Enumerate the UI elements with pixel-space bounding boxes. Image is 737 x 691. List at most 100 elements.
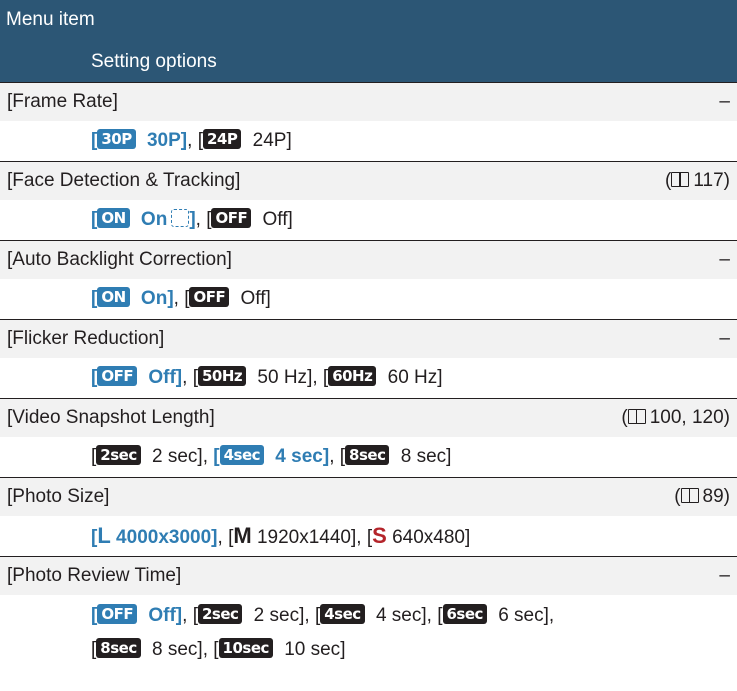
option-label: 8 sec <box>146 639 198 660</box>
option-bracket-open: [ <box>213 639 219 660</box>
option: [6sec 6 sec], <box>437 604 555 626</box>
option-separator: , <box>173 288 185 309</box>
option: [S 640x480] <box>367 523 471 548</box>
option-mode-icon: 8sec <box>96 638 141 658</box>
option: [OFF Off] <box>91 366 182 388</box>
option-bracket-close: ], <box>543 605 555 626</box>
book-icon <box>627 409 646 424</box>
menu-item-heading: Menu item <box>6 9 95 30</box>
table-row: [Frame Rate] – [30P 30P], [24P 24P] <box>0 82 737 161</box>
table-row: [Flicker Reduction] – [OFF Off], [50Hz 50 … <box>0 319 737 398</box>
setting-options-row: [L 4000x3000], [M 1920x1440], [S 640x480… <box>0 516 737 556</box>
option-separator: , <box>182 605 193 626</box>
option-label: 30P <box>141 130 181 151</box>
option-mode-icon: OFF <box>97 366 138 386</box>
book-icon <box>671 172 690 187</box>
setting-options-row: [30P 30P], [24P 24P] <box>0 121 737 161</box>
page-reference: – <box>719 249 730 270</box>
option-separator: , <box>202 639 214 660</box>
option: [2sec 2 sec] <box>91 445 203 467</box>
menu-item-row: [Auto Backlight Correction] – <box>0 241 737 279</box>
option-mode-icon: 6sec <box>442 604 487 624</box>
option: [OFF Off] <box>91 604 182 626</box>
option: [10sec 10 sec] <box>213 638 345 660</box>
option-label: 50 Hz <box>252 367 308 388</box>
option-mode-icon: 50Hz <box>197 366 247 386</box>
options-line: [8sec 8 sec], [10sec 10 sec] <box>91 633 737 667</box>
ref-pages: 100, 120) <box>649 407 730 428</box>
option-label: 4000x3000 <box>110 527 212 548</box>
option-bracket-open: [ <box>437 605 443 626</box>
menu-item-row: [Flicker Reduction] – <box>0 320 737 358</box>
ref-open: ( <box>621 407 628 428</box>
table-row: [Auto Backlight Correction] – [ON On], [OF… <box>0 240 737 319</box>
option: [30P 30P] <box>91 129 187 151</box>
option-bracket-close: ] <box>286 130 292 151</box>
option-label: 640x480 <box>386 527 465 548</box>
option-label: On <box>135 288 168 309</box>
option-label: 10 sec <box>278 639 341 660</box>
settings-table: [Frame Rate] –[30P 30P], [24P 24P] [Face D… <box>0 82 737 671</box>
option-label: 24P <box>247 130 287 151</box>
option-mode-icon: 4sec <box>219 445 265 465</box>
option: [4sec 4 sec] <box>315 604 427 626</box>
setting-options-row: [ON On], [OFF Off] <box>0 279 737 319</box>
option-separator: , <box>182 367 193 388</box>
option-label: 4 sec <box>370 605 422 626</box>
page-reference: (117) <box>665 162 730 200</box>
option-mode-icon: 60Hz <box>328 366 377 386</box>
page-reference: (89) <box>674 478 730 516</box>
menu-item-row: [Photo Review Time] – <box>0 557 737 595</box>
menu-item-row: [Video Snapshot Length] (100, 120) <box>0 399 737 437</box>
page-reference: (100, 120) <box>621 399 730 437</box>
option: [8sec 8 sec] <box>340 445 452 467</box>
option: [8sec 8 sec] <box>91 638 203 660</box>
table-row: [Video Snapshot Length](100, 120)[2sec 2… <box>0 398 737 477</box>
option: [ON On] <box>91 208 196 230</box>
menu-item-name: [Face Detection & Tracking] <box>7 170 241 191</box>
setting-options-row: [OFF Off], [2sec 2 sec], [4sec 4 sec], [… <box>0 595 737 671</box>
option: [L 4000x3000] <box>91 523 218 548</box>
option-mode-icon: 4sec <box>320 604 365 624</box>
option: [24P 24P] <box>198 129 292 151</box>
option-mode-icon: ON <box>97 287 130 307</box>
option-bracket-open: [ <box>213 446 220 467</box>
option-label: 8 sec <box>395 446 447 467</box>
option-mode-icon: OFF <box>97 604 138 624</box>
option-label: 2 sec <box>248 605 300 626</box>
page-reference: – <box>719 328 730 349</box>
option-separator: , <box>202 446 214 467</box>
option-label: 1920x1440 <box>251 527 351 548</box>
menu-item-name: [Video Snapshot Length] <box>7 407 215 428</box>
menu-item-name: [Flicker Reduction] <box>7 328 165 349</box>
setting-options-row: [2sec 2 sec], [4sec 4 sec], [8sec 8 sec] <box>0 437 737 477</box>
ref-pages: 89) <box>702 486 730 507</box>
option: [ON On] <box>91 287 174 309</box>
page-reference: – <box>719 91 730 112</box>
option-separator: , <box>304 605 315 626</box>
option-label: Off <box>143 605 176 626</box>
option-bracket-close: ] <box>265 288 271 309</box>
option-separator: , <box>217 527 229 548</box>
option-label: On <box>135 209 168 230</box>
option-bracket-close: ] <box>437 367 443 388</box>
option-bracket-close: ] <box>446 446 452 467</box>
option: [OFF Off] <box>184 287 271 309</box>
option-mode-icon: OFF <box>211 208 252 228</box>
option-mode-icon: 30P <box>97 129 136 149</box>
table-row: [Photo Review Time] –[OFF Off], [2sec 2 s… <box>0 556 737 671</box>
size-glyph-icon: S <box>372 523 387 548</box>
menu-item-name: [Auto Backlight Correction] <box>7 249 232 270</box>
option-separator: , <box>187 130 198 151</box>
option-label: 4 sec <box>270 446 323 467</box>
book-icon <box>680 488 699 503</box>
option-bracket-close: ] <box>465 527 471 548</box>
size-glyph-icon: L <box>97 523 111 548</box>
size-glyph-icon: M <box>233 523 252 548</box>
options-line: [OFF Off], [2sec 2 sec], [4sec 4 sec], [… <box>91 599 737 633</box>
setting-options-row: [ON On], [OFF Off] <box>0 200 737 240</box>
table-header: Menu item Setting options <box>0 0 737 82</box>
menu-item-row: [Frame Rate] – <box>0 83 737 121</box>
option-mode-icon: 24P <box>202 129 242 149</box>
option-separator: , <box>329 446 340 467</box>
